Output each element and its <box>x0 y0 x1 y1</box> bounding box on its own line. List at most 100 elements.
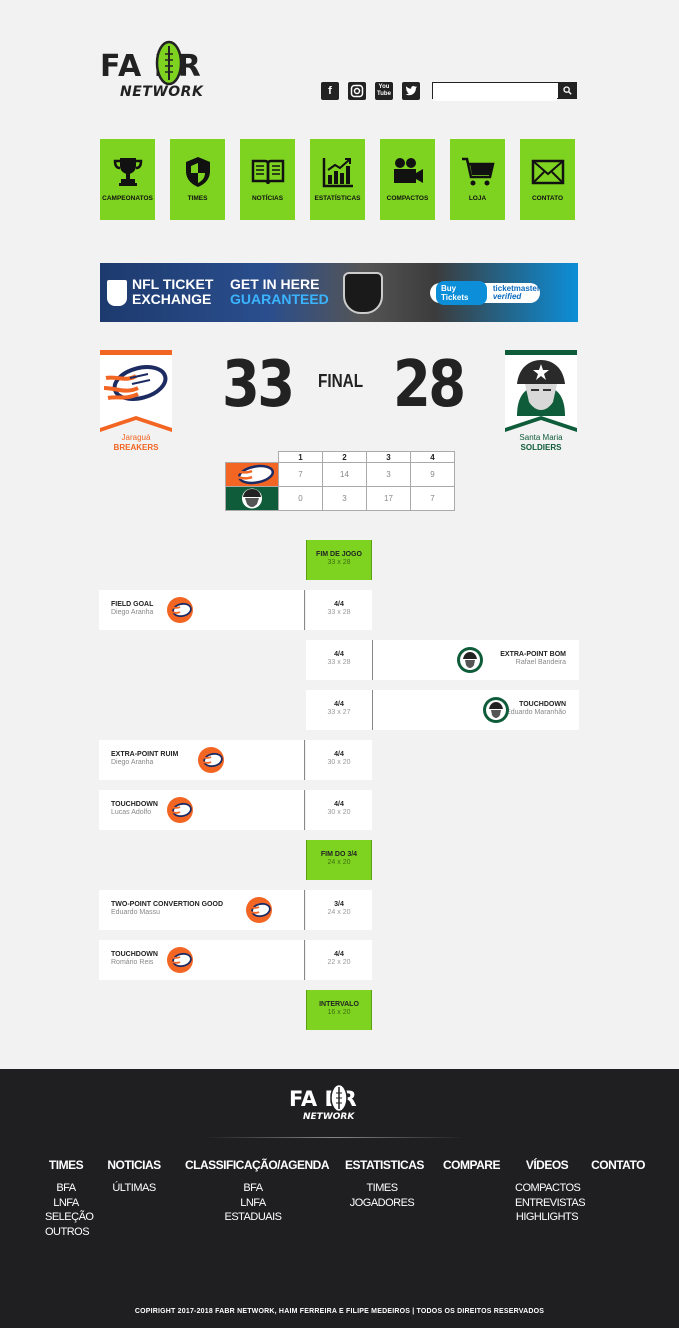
away-team-name: SOLDIERS <box>520 443 562 452</box>
soldiers-team-icon <box>483 697 509 723</box>
nav-noticias[interactable]: NOTÍCIAS <box>240 139 295 220</box>
quarter-score: 7 <box>410 486 455 511</box>
timeline-quarter-label: 4/4 <box>334 651 344 658</box>
nav-estatisticas[interactable]: ESTATÍSTICAS <box>310 139 365 220</box>
breakers-team-icon <box>167 597 193 623</box>
timeline-marker: FIM DO 3/4 24 x 20 <box>306 840 372 880</box>
play-type: TOUCHDOWN <box>111 951 158 958</box>
footer-heading[interactable]: COMPARE <box>443 1158 500 1172</box>
footer-heading[interactable]: NOTICIAS <box>106 1158 162 1172</box>
soldiers-mini-logo-icon <box>226 487 278 510</box>
home-team-logo[interactable] <box>100 350 172 432</box>
footer-link[interactable]: BFA <box>45 1181 87 1196</box>
instagram-icon[interactable] <box>348 82 366 100</box>
footer-heading[interactable]: CONTATO <box>590 1158 646 1172</box>
footer-link[interactable]: ENTREVISTAS <box>515 1196 586 1211</box>
play-event[interactable]: TOUCHDOWN Eduardo Maranhão <box>372 690 579 730</box>
timeline-score: 30 x 20 <box>327 759 351 766</box>
search-box <box>432 82 577 101</box>
away-score: 28 <box>393 348 466 422</box>
footer-heading[interactable]: VÍDEOS <box>515 1158 579 1172</box>
footer-col-contato: CONTATO <box>590 1158 646 1181</box>
footer-col-videos: VÍDEOS COMPACTOS ENTREVISTAS HIGHLIGHTS <box>515 1158 586 1225</box>
quarter-header: 1 <box>278 451 323 463</box>
play-event[interactable]: EXTRA-POINT RUIM Diego Aranha <box>99 740 305 780</box>
footer-heading[interactable]: CLASSIFICAÇÃO/AGENDA <box>185 1158 330 1172</box>
play-player: Rafael Bandeira <box>515 659 566 666</box>
shield-icon <box>185 157 210 187</box>
search-button[interactable] <box>558 83 576 98</box>
play-event[interactable]: EXTRA-POINT BOM Rafael Bandeira <box>372 640 579 680</box>
quarter-score-table: 1 2 3 4 7 14 3 9 0 3 17 7 <box>225 451 455 511</box>
timeline-score: 33 x 27 <box>327 709 351 716</box>
table-row: 0 3 17 7 <box>225 486 455 511</box>
footer-link[interactable]: BFA <box>185 1181 321 1196</box>
footer-link[interactable]: JOGADORES <box>345 1196 419 1211</box>
nav-contato[interactable]: CONTATO <box>520 139 575 220</box>
quarter-header: 3 <box>366 451 411 463</box>
footer-col-noticias: NOTICIAS ÚLTIMAS <box>106 1158 162 1196</box>
search-input[interactable] <box>433 86 557 101</box>
footer-link[interactable]: TIMES <box>345 1181 419 1196</box>
banner-text: NFL TICKET <box>132 276 214 292</box>
footer-col-classificacao: CLASSIFICAÇÃO/AGENDA BFA LNFA ESTADUAIS <box>185 1158 330 1225</box>
logo-network: NETWORK <box>120 84 204 100</box>
play-player: Lucas Adolfo <box>111 809 152 816</box>
footer-heading[interactable]: ESTATISTICAS <box>345 1158 424 1172</box>
timeline-quarter-label: 4/4 <box>334 751 344 758</box>
nav-loja[interactable]: LOJA <box>450 139 505 220</box>
timeline-marker: FIM DE JOGO 33 x 28 <box>306 540 372 580</box>
timeline-score: 16 x 20 <box>327 1009 351 1016</box>
play-event[interactable]: TOUCHDOWN Romário Reis <box>99 940 305 980</box>
nav-label: NOTÍCIAS <box>251 195 284 202</box>
footer-link[interactable]: HIGHLIGHTS <box>515 1210 579 1225</box>
soldiers-team-icon <box>457 647 483 673</box>
buy-tickets-button[interactable]: Buy Tickets ticketmaster verified <box>430 281 540 305</box>
home-score: 33 <box>222 348 295 422</box>
camera-icon <box>393 158 423 183</box>
timeline-marker: INTERVALO 16 x 20 <box>306 990 372 1030</box>
banner-headline: GET IN HERE <box>230 276 320 292</box>
footer-col-times: TIMES BFA LNFA SELEÇÃO OUTROS <box>45 1158 94 1240</box>
play-event[interactable]: FIELD GOAL Diego Aranha <box>99 590 305 630</box>
logo-wordmark: FA BR <box>100 48 202 84</box>
ad-banner[interactable]: NFL TICKET EXCHANGE GET IN HERE GUARANTEED… <box>100 263 578 322</box>
football-logo-icon <box>330 1083 348 1113</box>
twitter-icon[interactable] <box>402 82 420 100</box>
timeline-score: 33 x 28 <box>327 659 351 666</box>
nav-campeonatos[interactable]: CAMPEONATOS <box>100 139 155 220</box>
fabr-logo[interactable]: FA BR NETWORK <box>100 40 242 100</box>
copyright: COPIRIGHT 2017-2018 FABR NETWORK, HAIM F… <box>134 1308 545 1315</box>
footer-logo[interactable]: FA BR NETWORK <box>289 1083 391 1123</box>
timeline-quarter: 4/4 22 x 20 <box>306 940 372 980</box>
youtube-icon[interactable]: You Tube <box>375 82 393 100</box>
footer-heading[interactable]: TIMES <box>45 1158 87 1172</box>
nav-compactos[interactable]: COMPACTOS <box>380 139 435 220</box>
nav-times[interactable]: TIMES <box>170 139 225 220</box>
footer: FA BR NETWORK TIMES BFA LNFA SELEÇÃO OUT… <box>0 1069 679 1328</box>
table-header-row: 1 2 3 4 <box>226 451 455 463</box>
timeline-quarter: 4/4 33 x 28 <box>306 590 372 630</box>
nav-label: CAMPEONATOS <box>102 195 153 202</box>
away-team-logo[interactable] <box>505 350 577 432</box>
footer-link[interactable]: LNFA <box>185 1196 321 1211</box>
footer-link[interactable]: ÚLTIMAS <box>106 1181 162 1196</box>
play-event[interactable]: TWO-POINT CONVERTION GOOD Eduardo Massu <box>99 890 305 930</box>
play-event[interactable]: TOUCHDOWN Lucas Adolfo <box>99 790 305 830</box>
play-type: EXTRA-POINT BOM <box>500 651 566 658</box>
breakers-team-icon <box>197 747 224 773</box>
play-type: TWO-POINT CONVERTION GOOD <box>111 901 223 908</box>
timeline-quarter-label: 4/4 <box>334 951 344 958</box>
trophy-icon <box>113 158 142 186</box>
timeline-score: 24 x 20 <box>327 859 351 866</box>
footer-link[interactable]: LNFA <box>45 1196 87 1211</box>
breakers-team-icon <box>167 797 193 823</box>
play-type: TOUCHDOWN <box>519 701 566 708</box>
quarter-score: 17 <box>366 486 411 511</box>
quarter-score: 3 <box>322 486 367 511</box>
footer-link[interactable]: OUTROS <box>45 1225 90 1240</box>
footer-link[interactable]: ESTADUAIS <box>185 1210 321 1225</box>
footer-link[interactable]: SELEÇÃO <box>45 1210 94 1225</box>
facebook-icon[interactable]: f <box>321 82 339 100</box>
footer-link[interactable]: COMPACTOS <box>515 1181 581 1196</box>
